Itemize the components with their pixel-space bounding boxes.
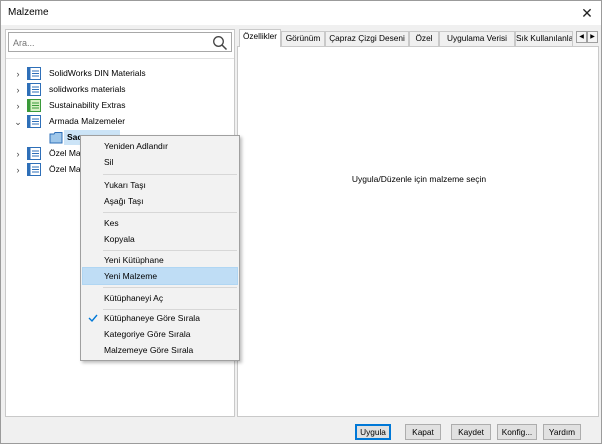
tab-appearance[interactable]: Görünüm [281,31,325,46]
library-icon [27,115,41,128]
tab-properties[interactable]: Özellikler [239,29,281,47]
search-input[interactable] [13,37,203,49]
window-title: Malzeme [8,7,49,18]
menu-item-rename[interactable]: Yeniden Adlandır [83,138,237,154]
search-box[interactable] [8,32,232,52]
tree-item-label: Özel Mal [49,164,83,174]
material-dialog: Malzeme ✕ › SolidWorks DIN Materials [0,0,602,444]
menu-item-open-library[interactable]: Kütüphaneyi Aç [83,290,237,306]
tab-scroll-left-icon[interactable]: ◀ [576,31,587,43]
save-button[interactable]: Kaydet [451,424,491,440]
menu-item-move-up[interactable]: Yukarı Taşı [83,177,237,193]
apply-button[interactable]: Uygula [355,424,391,440]
tree-item-label: Armada Malzemeler [49,116,126,126]
menu-item-cut[interactable]: Kes [83,215,237,231]
tab-favorites[interactable]: Sık Kullanılanla [515,31,573,46]
menu-item-copy[interactable]: Kopyala [83,231,237,247]
divider [6,58,234,59]
tab-custom[interactable]: Özel [409,31,439,46]
help-button[interactable]: Yardım [543,424,581,440]
menu-item-sort-by-category[interactable]: Kategoriye Göre Sırala [83,326,237,342]
config-button[interactable]: Konfig... [497,424,537,440]
tab-crosshatch[interactable]: Çapraz Çizgi Deseni [325,31,409,46]
category-icon [49,132,63,144]
tree-item-armada-malzemeler[interactable]: ⌄ Armada Malzemeler [6,114,234,130]
menu-separator [103,287,237,288]
tree-item-label: solidworks materials [49,84,126,94]
library-icon [27,147,41,160]
close-button[interactable]: Kapat [405,424,441,440]
tab-application-data[interactable]: Uygulama Verisi [439,31,515,46]
chevron-down-icon[interactable]: ⌄ [13,117,23,127]
properties-panel: Özellikler Görünüm Çapraz Çizgi Deseni Ö… [237,29,599,417]
tree-item-solidworks-materials[interactable]: › solidworks materials [6,82,234,98]
tab-content: Uygula/Düzenle için malzeme seçin [237,46,599,417]
menu-item-sort-by-library[interactable]: Kütüphaneye Göre Sırala [83,310,237,326]
context-menu: Yeniden Adlandır Sil Yukarı Taşı Aşağı T… [80,135,240,361]
tree-item-label: SolidWorks DIN Materials [49,68,146,78]
library-icon [27,83,41,96]
library-green-icon [27,99,41,112]
check-icon [88,314,98,323]
library-icon [27,67,41,80]
chevron-right-icon[interactable]: › [13,101,23,111]
menu-item-delete[interactable]: Sil [83,154,237,170]
chevron-right-icon[interactable]: › [13,69,23,79]
menu-item-new-material[interactable]: Yeni Malzeme [82,267,238,285]
select-material-hint: Uygula/Düzenle için malzeme seçin [351,174,487,184]
menu-item-move-down[interactable]: Aşağı Taşı [83,193,237,209]
menu-item-sort-by-material[interactable]: Malzemeye Göre Sırala [83,342,237,358]
tree-item-label: Özel Mal [49,148,83,158]
menu-separator [103,212,237,213]
tree-item-sustainability-extras[interactable]: › Sustainability Extras [6,98,234,114]
title-bar: Malzeme ✕ [1,1,601,25]
search-icon[interactable] [212,35,228,51]
menu-item-label: Kütüphaneye Göre Sırala [104,313,200,323]
menu-separator [103,174,237,175]
tree-item-label: Sustainability Extras [49,100,126,110]
tree-item-solidworks-din[interactable]: › SolidWorks DIN Materials [6,66,234,82]
chevron-right-icon[interactable]: › [13,149,23,159]
chevron-right-icon[interactable]: › [13,85,23,95]
library-icon [27,163,41,176]
menu-item-new-library[interactable]: Yeni Kütüphane [83,252,237,268]
menu-separator [103,250,237,251]
tab-bar: Özellikler Görünüm Çapraz Çizgi Deseni Ö… [237,29,599,47]
chevron-right-icon[interactable]: › [13,165,23,175]
tab-scroll-right-icon[interactable]: ▶ [587,31,598,43]
close-icon[interactable]: ✕ [577,3,597,23]
